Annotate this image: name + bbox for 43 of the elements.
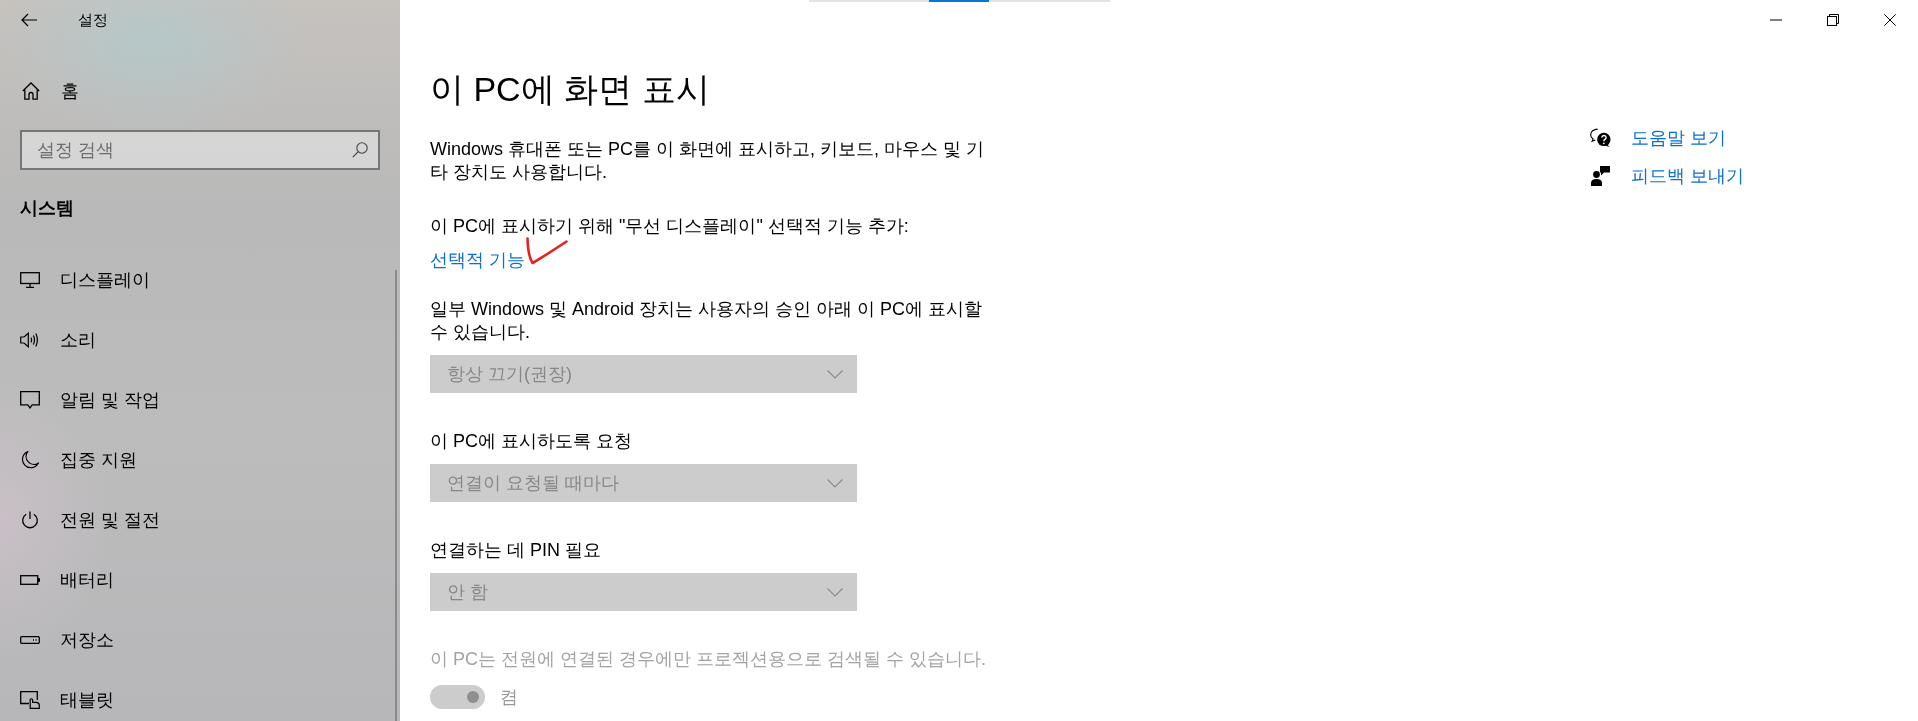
setting-label: 일부 Windows 및 Android 장치는 사용자의 승인 아래 이 PC에 표시할 수 있습니다. [430,298,984,344]
home-icon [22,82,40,100]
power-icon [21,511,39,529]
page-title: 이 PC에 화면 표시 [430,69,710,110]
sidebar-item[interactable]: 소리 [0,310,400,370]
help-icon [1590,128,1611,148]
sidebar-item[interactable]: 알림 및 작업 [0,370,400,430]
sidebar-item[interactable]: 배터리 [0,550,400,610]
optional-features-link[interactable]: 선택적 기능 [430,250,525,270]
speaker-icon [20,332,40,348]
setting-label: 이 PC에 표시하도록 요청 [430,430,632,453]
tablet-icon [20,691,40,709]
setting-label: 연결하는 데 PIN 필요 [430,539,601,562]
toggle-state-text: 켬 [500,686,518,709]
search-icon [352,142,368,158]
battery-icon [20,575,40,585]
sidebar-item[interactable]: 전원 및 절전 [0,490,400,550]
sidebar-item[interactable]: 태블릿 [0,670,400,721]
speech-bubble-icon [20,391,40,409]
chevron-down-icon [827,478,843,488]
setting-label: 이 PC는 전원에 연결된 경우에만 프로젝션용으로 검색될 수 있습니다. [430,648,986,671]
related-link[interactable]: 도움말 보기 [1631,126,1726,150]
chevron-down-icon [827,587,843,597]
sidebar-item[interactable]: 디스플레이 [0,250,400,310]
restore-icon [1826,14,1839,26]
scrollbar[interactable] [395,270,397,721]
monitor-icon [20,272,40,288]
minimize-icon [1769,19,1782,21]
close-icon [1883,14,1896,26]
home-link[interactable]: 홈 [0,67,400,115]
feedback-icon [1591,166,1610,186]
description-text: Windows 휴대폰 또는 PC를 이 화면에 표시하고, 키보드, 마우스 및 기타 장치도 사용합니다. [430,138,986,184]
sidebar-item[interactable]: 저장소 [0,610,400,670]
chevron-down-icon [827,369,843,379]
search-field[interactable]: 설정 검색 [20,130,380,170]
feature-prompt-text: 이 PC에 표시하기 위해 "무선 디스플레이" 선택적 기능 추가: [430,215,909,238]
drive-icon [20,636,40,644]
related-link[interactable]: 피드백 보내기 [1631,164,1744,188]
section-heading: 시스템 [19,197,75,220]
sidebar-item[interactable]: 집중 지원 [0,430,400,490]
moon-icon [21,451,39,469]
window-title: 설정 [78,10,108,30]
back-arrow-icon [20,13,37,27]
